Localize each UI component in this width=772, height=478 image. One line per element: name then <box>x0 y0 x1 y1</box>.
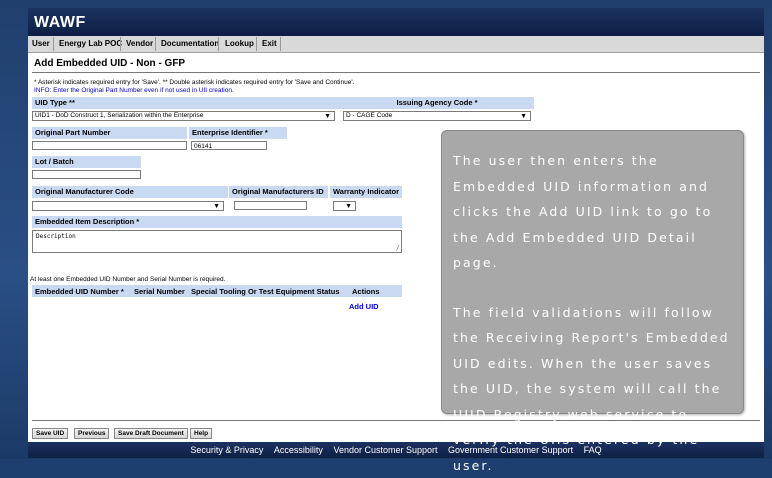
footer-link-accessibility[interactable]: Accessibility <box>274 445 323 455</box>
orig-part-label: Original Part Number <box>32 127 187 139</box>
help-button[interactable]: Help <box>190 428 212 439</box>
issuing-agency-value: D - CAGE Code <box>346 112 392 119</box>
enterprise-id-input[interactable]: 06141 <box>191 141 267 150</box>
menu-exit[interactable]: Exit <box>262 39 277 48</box>
callout-paragraph-1: The user then enters the Embedded UID in… <box>453 148 731 276</box>
orig-mfr-code-select[interactable]: ▼ <box>32 201 224 211</box>
app-brand: WAWF <box>34 14 86 32</box>
instruction-callout: The user then enters the Embedded UID in… <box>441 130 744 414</box>
col-serial-number: Serial Number <box>134 287 185 296</box>
chevron-down-icon: ▼ <box>324 113 331 121</box>
col-special-tooling-status: Special Tooling Or Test Equipment Status <box>191 287 340 296</box>
page-title: Add Embedded UID - Non - GFP <box>34 58 185 69</box>
menu-lookup[interactable]: Lookup <box>225 39 254 48</box>
app-header: WAWF <box>28 8 764 36</box>
footer-link-security[interactable]: Security & Privacy <box>190 445 263 455</box>
uid-type-value: UID1 - DoD Construct 1, Serialization wi… <box>35 112 203 119</box>
previous-button[interactable]: Previous <box>74 428 109 439</box>
col-embedded-uid-number: Embedded UID Number * <box>35 287 124 296</box>
warranty-select[interactable]: ▼ <box>333 201 356 211</box>
menu-separator <box>120 37 121 51</box>
chevron-down-icon: ▼ <box>345 203 352 211</box>
warranty-label: Warranty Indicator <box>330 186 402 198</box>
callout-paragraph-2: The field validations will follow the Re… <box>453 300 731 478</box>
required-note: * Asterisk indicates required entry for … <box>34 79 354 86</box>
menu-separator <box>218 37 219 51</box>
col-actions: Actions <box>352 287 380 296</box>
menu-separator <box>53 37 54 51</box>
save-draft-button[interactable]: Save Draft Document <box>114 428 188 439</box>
menu-separator <box>280 37 281 51</box>
description-label: Embedded Item Description * <box>32 216 402 228</box>
description-value: Description <box>36 233 76 240</box>
enterprise-id-label: Enterprise Identifier * <box>189 127 287 139</box>
footer-link-vendor-support[interactable]: Vendor Customer Support <box>333 445 437 455</box>
issuing-agency-label: Issuing Agency Code * <box>340 97 534 109</box>
description-textarea[interactable]: Description ∕ <box>32 230 402 253</box>
menu-vendor[interactable]: Vendor <box>126 39 153 48</box>
uid-type-select[interactable]: UID1 - DoD Construct 1, Serialization wi… <box>32 111 335 121</box>
orig-part-input[interactable] <box>32 141 187 150</box>
menu-documentation[interactable]: Documentation <box>161 39 219 48</box>
orig-mfr-code-label: Original Manufacturer Code <box>32 186 228 198</box>
lot-batch-label: Lot / Batch <box>32 156 141 168</box>
info-note: INFO: Enter the Original Part Number eve… <box>34 87 234 94</box>
divider <box>32 72 760 73</box>
table-note: At least one Embedded UID Number and Ser… <box>30 276 225 283</box>
issuing-agency-select[interactable]: D - CAGE Code ▼ <box>343 111 531 121</box>
menu-energy-lab-poc[interactable]: Energy Lab POC <box>59 39 122 48</box>
orig-mfr-id-label: Original Manufacturers ID <box>229 186 328 198</box>
add-uid-link[interactable]: Add UID <box>349 302 379 311</box>
uid-type-label: UID Type ** <box>32 97 365 109</box>
lot-batch-input[interactable] <box>32 170 141 179</box>
menu-user[interactable]: User <box>32 39 50 48</box>
orig-mfr-id-input[interactable] <box>234 201 307 210</box>
menu-separator <box>155 37 156 51</box>
resize-grip-icon[interactable]: ∕ <box>396 244 400 252</box>
menu-bar: User Energy Lab POC Vendor Documentation… <box>28 36 764 53</box>
chevron-down-icon: ▼ <box>213 203 220 211</box>
menu-separator <box>256 37 257 51</box>
save-uid-button[interactable]: Save UID <box>32 428 68 439</box>
chevron-down-icon: ▼ <box>520 113 527 121</box>
